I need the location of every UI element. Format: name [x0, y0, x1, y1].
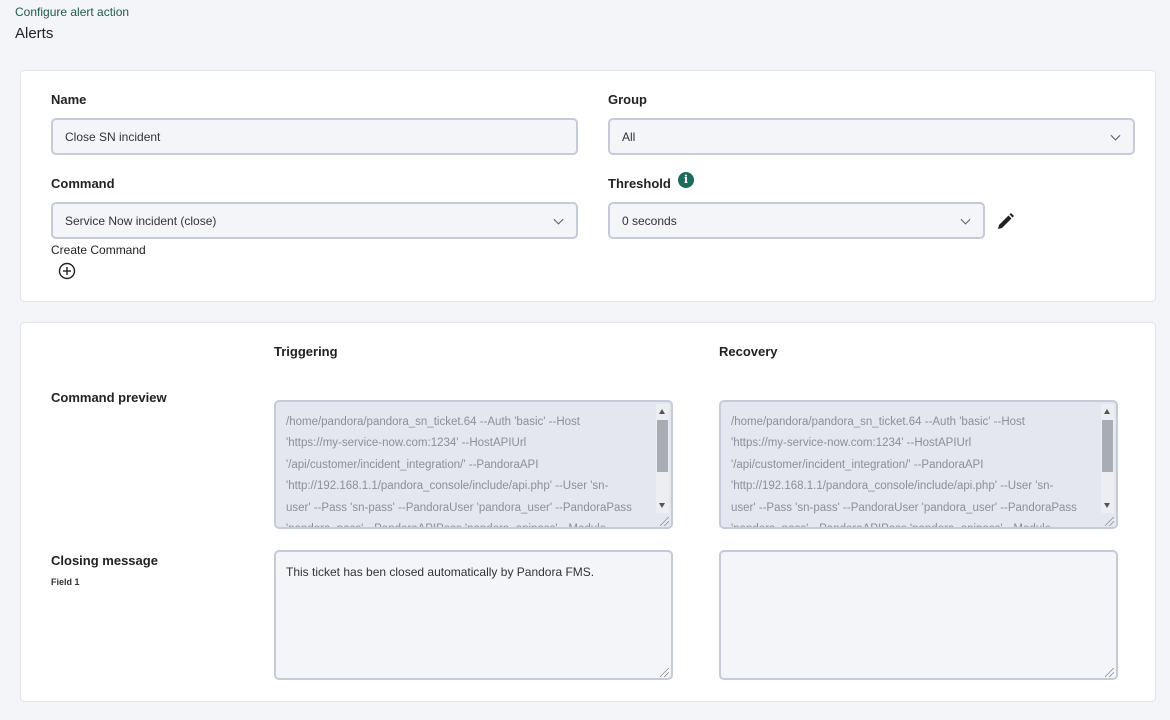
group-select-value: All — [622, 129, 636, 144]
command-fields-card: Triggering Recovery Command preview /hom… — [20, 322, 1156, 702]
plus-circle-icon[interactable] — [58, 262, 76, 280]
scroll-thumb[interactable] — [657, 420, 668, 472]
command-preview-label: Command preview — [51, 390, 167, 405]
scroll-down-icon[interactable] — [1104, 503, 1110, 508]
recovery-command-preview[interactable]: /home/pandora/pandora_sn_ticket.64 --Aut… — [719, 400, 1118, 529]
threshold-select-value: 0 seconds — [622, 213, 677, 228]
page-title: Alerts — [15, 25, 54, 42]
info-icon[interactable]: i — [678, 172, 694, 188]
closing-message-label: Closing message — [51, 553, 158, 568]
chevron-down-icon — [1110, 130, 1121, 141]
resize-handle-icon[interactable] — [1105, 517, 1114, 526]
threshold-select[interactable]: 0 seconds — [608, 202, 985, 239]
create-command-label: Create Command — [51, 243, 146, 257]
resize-handle-icon[interactable] — [1105, 668, 1114, 677]
group-select[interactable]: All — [608, 118, 1135, 155]
recovery-command-preview-text: /home/pandora/pandora_sn_ticket.64 --Aut… — [731, 416, 1077, 527]
triggering-command-preview[interactable]: /home/pandora/pandora_sn_ticket.64 --Aut… — [274, 400, 673, 529]
scroll-up-icon[interactable] — [1104, 409, 1110, 414]
triggering-closing-message-textarea[interactable]: This ticket has ben closed automatically… — [274, 550, 673, 680]
recovery-closing-message-textarea[interactable] — [719, 550, 1118, 680]
breadcrumb[interactable]: Configure alert action — [15, 5, 129, 19]
name-label: Name — [51, 92, 87, 107]
recovery-header: Recovery — [719, 344, 778, 359]
scroll-thumb[interactable] — [1102, 420, 1113, 472]
scrollbar[interactable] — [656, 404, 669, 513]
closing-message-sublabel: Field 1 — [51, 577, 80, 587]
triggering-header: Triggering — [274, 344, 338, 359]
name-input[interactable]: Close SN incident — [51, 118, 578, 155]
chevron-down-icon — [553, 214, 564, 225]
pencil-icon[interactable] — [995, 212, 1015, 232]
resize-handle-icon[interactable] — [660, 517, 669, 526]
alert-action-form-card: Name Close SN incident Group All Command… — [20, 70, 1156, 302]
group-label: Group — [608, 92, 647, 107]
resize-handle-icon[interactable] — [660, 668, 669, 677]
chevron-down-icon — [960, 214, 971, 225]
command-label: Command — [51, 176, 115, 191]
scrollbar[interactable] — [1101, 404, 1114, 513]
command-select[interactable]: Service Now incident (close) — [51, 202, 578, 239]
command-select-value: Service Now incident (close) — [65, 213, 217, 228]
triggering-closing-message-text: This ticket has ben closed automatically… — [286, 565, 595, 579]
threshold-label: Threshold — [608, 176, 671, 191]
name-input-value: Close SN incident — [65, 129, 161, 144]
scroll-up-icon[interactable] — [659, 409, 665, 414]
scroll-down-icon[interactable] — [659, 503, 665, 508]
triggering-command-preview-text: /home/pandora/pandora_sn_ticket.64 --Aut… — [286, 416, 632, 527]
